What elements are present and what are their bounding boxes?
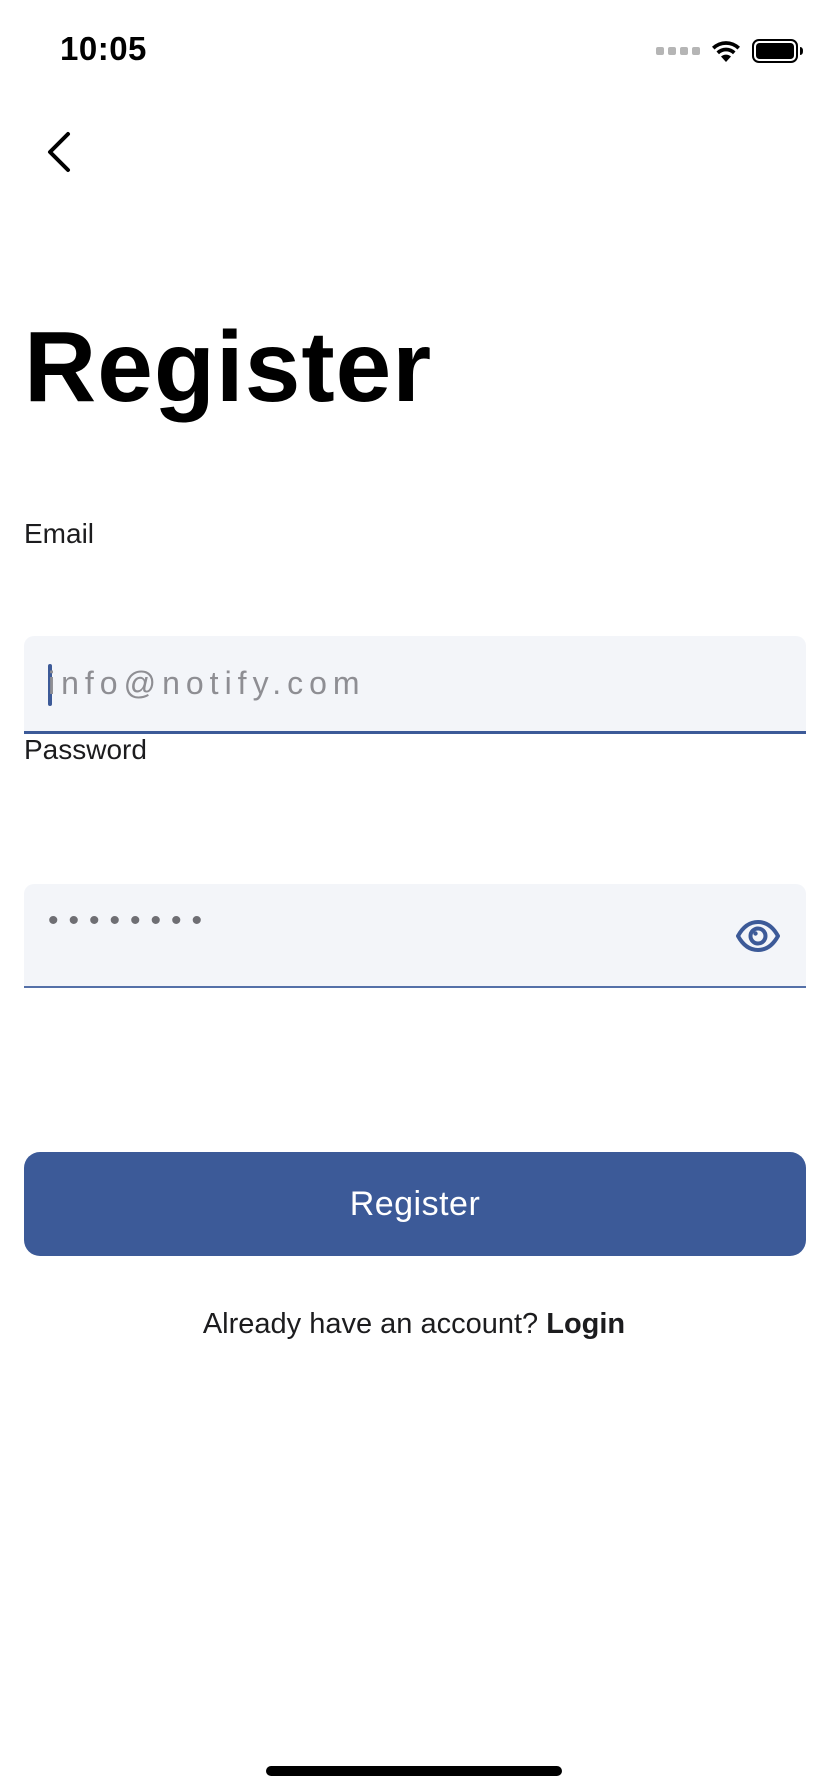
wifi-icon <box>712 41 740 62</box>
login-link[interactable]: Login <box>546 1308 625 1340</box>
password-input[interactable] <box>48 870 728 972</box>
page-title: Register <box>24 311 433 423</box>
password-field[interactable] <box>24 870 806 988</box>
login-prompt-text: Already have an account? <box>202 1308 547 1340</box>
cellular-signal-icon <box>656 47 700 55</box>
register-button[interactable]: Register <box>24 1152 806 1256</box>
email-label: Email <box>24 518 95 549</box>
back-button[interactable] <box>36 124 80 180</box>
login-prompt: Already have an account? Login <box>0 1308 828 1341</box>
toggle-password-visibility-button[interactable] <box>734 912 782 960</box>
status-time: 10:05 <box>60 30 147 67</box>
chevron-left-icon <box>48 132 70 172</box>
eye-icon <box>736 920 780 952</box>
home-indicator[interactable] <box>266 1766 562 1776</box>
status-indicators <box>656 36 804 66</box>
password-label: Password <box>24 734 147 765</box>
register-screen: 10:05 Register Email Password <box>0 0 828 1792</box>
battery-icon <box>752 39 803 63</box>
email-field[interactable] <box>24 636 806 734</box>
email-input[interactable] <box>48 636 728 731</box>
